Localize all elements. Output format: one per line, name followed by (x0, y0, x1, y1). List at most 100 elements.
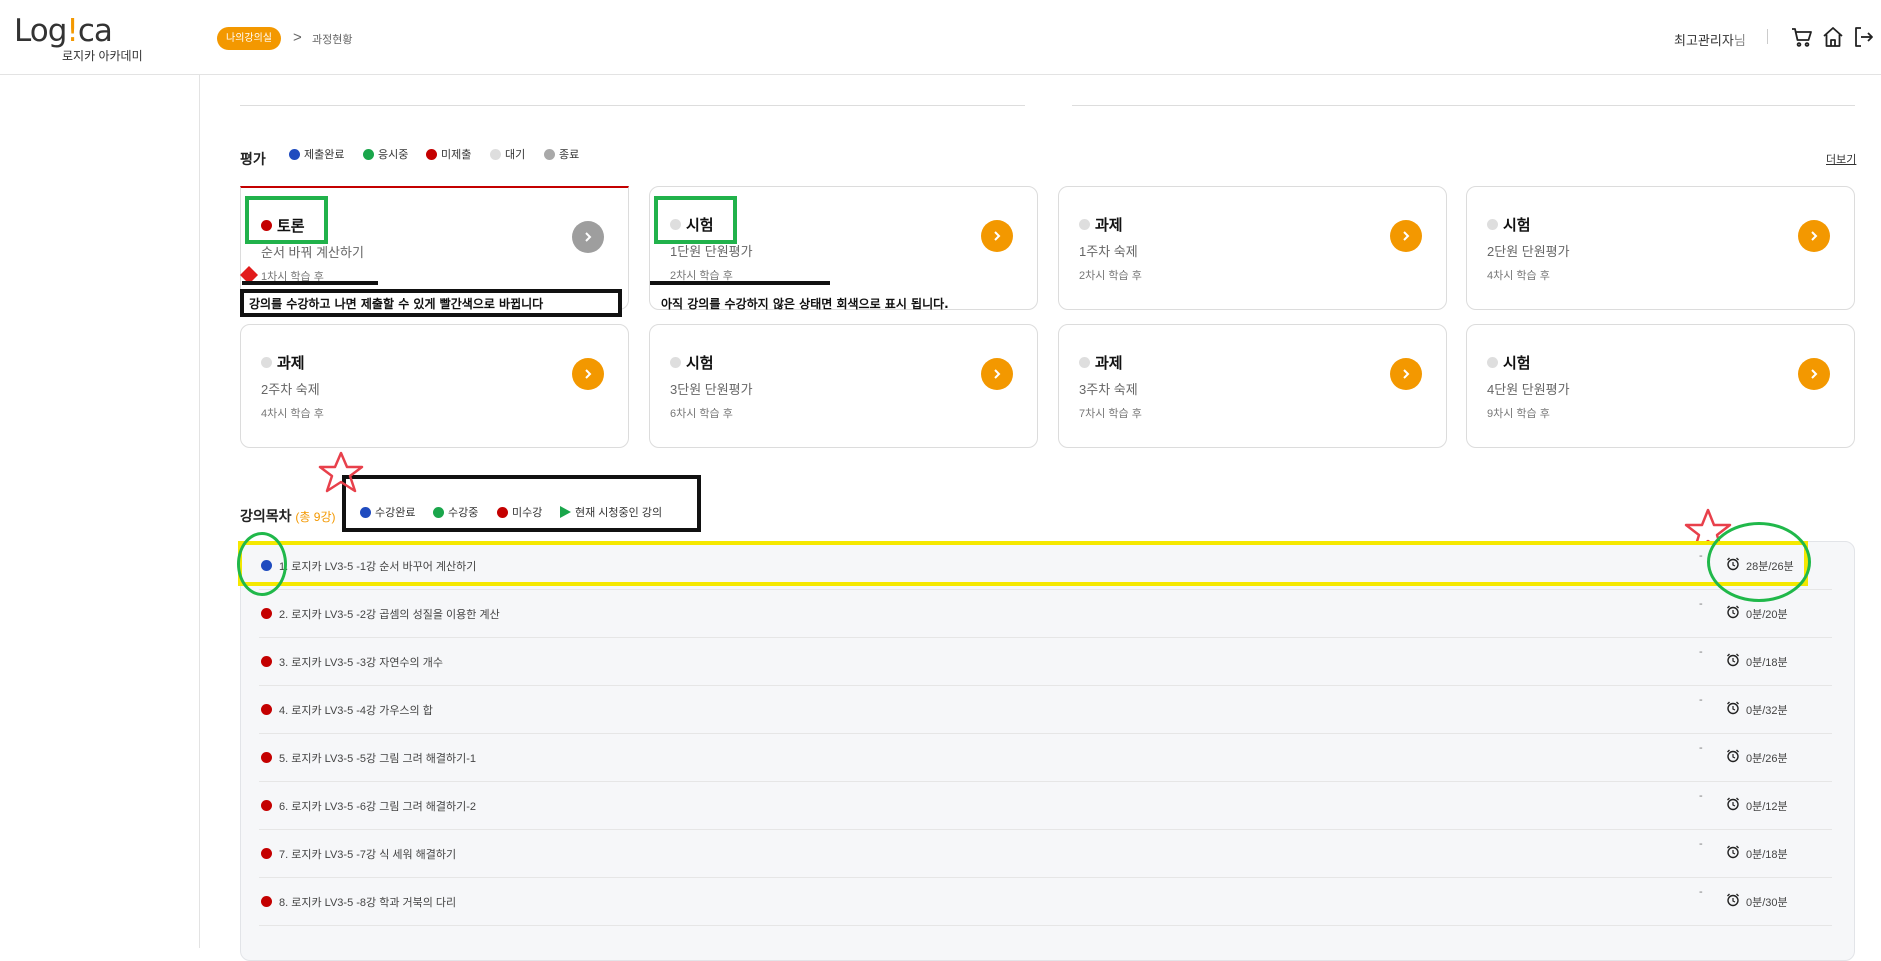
breadcrumb-separator: > (293, 29, 302, 46)
lecture-row[interactable]: 3. 로지카 LV3-5 -3강 자연수의 개수 - 0분/18분 (259, 638, 1832, 686)
lecture-title[interactable]: 5. 로지카 LV3-5 -5강 그림 그려 해결하기-1 (279, 750, 476, 766)
header-divider (1767, 29, 1768, 44)
eval-card-name: 순서 바꿔 계산하기 (261, 245, 364, 260)
alarm-clock-icon (1727, 701, 1739, 715)
lecture-row[interactable]: 2. 로지카 LV3-5 -2강 곱셈의 성질을 이용한 계산 - 0분/20분 (259, 590, 1832, 638)
eval-card[interactable]: 시험 3단원 단원평가 6차시 학습 후 (649, 324, 1038, 448)
eval-card-type-label: 과제 (1095, 217, 1123, 234)
evaluation-title: 평가 (240, 151, 266, 167)
play-triangle-icon (560, 506, 571, 518)
legend-label: 제출완료 (304, 149, 345, 161)
eval-card-name: 3주차 숙제 (1079, 382, 1138, 397)
legend-label: 현재 시청중인 강의 (575, 507, 663, 519)
legend-dot (497, 506, 508, 518)
eval-card-when: 4차시 학습 후 (261, 408, 324, 420)
eval-card[interactable]: 과제 2주차 숙제 4차시 학습 후 (240, 324, 629, 448)
legend-dot (426, 148, 437, 160)
status-dot (261, 752, 272, 763)
legend-not-submitted: 미제출 (426, 146, 471, 162)
lecture-title[interactable]: 2. 로지카 LV3-5 -2강 곱셈의 성질을 이용한 계산 (279, 606, 500, 622)
lecture-title[interactable]: 6. 로지카 LV3-5 -6강 그림 그려 해결하기-2 (279, 798, 476, 814)
lecture-row[interactable]: 6. 로지카 LV3-5 -6강 그림 그려 해결하기-2 - 0분/12분 (259, 782, 1832, 830)
logo-subtitle: 로지카 아카데미 (62, 49, 143, 63)
lecture-title[interactable]: 4. 로지카 LV3-5 -4강 가우스의 합 (279, 702, 433, 718)
lec-legend-now-watching: 현재 시청중인 강의 (560, 504, 662, 520)
lecture-row[interactable]: 5. 로지카 LV3-5 -5강 그림 그려 해결하기-1 - 0분/26분 (259, 734, 1832, 782)
status-dot (261, 704, 272, 715)
breadcrumb-my-classroom[interactable]: 나의강의실 (217, 27, 281, 50)
lecture-list-title-text: 강의목차 (240, 508, 292, 524)
chevron-right-icon (585, 369, 592, 379)
lecture-title[interactable]: 8. 로지카 LV3-5 -8강 학과 거북의 다리 (279, 894, 456, 910)
lecture-progress-dash: - (1699, 598, 1703, 610)
logout-icon[interactable] (1852, 25, 1876, 49)
legend-dot (490, 148, 501, 160)
annotation-star-icon (315, 451, 367, 500)
status-dot (261, 608, 272, 619)
eval-card-when: 9차시 학습 후 (1487, 408, 1550, 420)
eval-card-when: 4차시 학습 후 (1487, 270, 1550, 282)
chevron-right-icon (1811, 231, 1818, 241)
eval-card-go-button[interactable] (1798, 358, 1830, 390)
legend-label: 수강중 (448, 507, 479, 519)
annotation-yellow-highlight (238, 541, 1808, 586)
status-dot (1079, 357, 1090, 368)
section-divider-right (1072, 105, 1855, 106)
eval-card[interactable]: 시험 4단원 단원평가 9차시 학습 후 (1466, 324, 1855, 448)
lecture-progress-dash: - (1699, 694, 1703, 706)
eval-card[interactable]: 과제 3주차 숙제 7차시 학습 후 (1058, 324, 1447, 448)
annotation-green-box (245, 196, 328, 244)
logo[interactable]: Log!ca 로지카 아카데미 (14, 14, 144, 64)
eval-card-type-label: 과제 (1095, 355, 1123, 372)
eval-card-name: 3단원 단원평가 (670, 382, 753, 397)
eval-card-when: 6차시 학습 후 (670, 408, 733, 420)
alarm-clock-icon (1727, 893, 1739, 907)
alarm-clock-icon (1727, 653, 1739, 667)
user-suffix: 님 (1733, 33, 1746, 48)
status-dot (670, 357, 681, 368)
lecture-progress-dash: - (1699, 646, 1703, 658)
annotation-underline (650, 281, 830, 285)
lecture-time: 0분/32분 (1746, 705, 1788, 717)
lecture-row[interactable]: 8. 로지카 LV3-5 -8강 학과 거북의 다리 - 0분/30분 (259, 878, 1832, 926)
eval-card-go-button[interactable] (572, 221, 604, 253)
status-dot (1487, 357, 1498, 368)
status-dot (261, 656, 272, 667)
chevron-right-icon (1403, 231, 1410, 241)
eval-card-type: 과제 (1079, 352, 1123, 373)
legend-closed: 종료 (544, 146, 579, 162)
sidebar (0, 75, 200, 948)
eval-card-go-button[interactable] (572, 358, 604, 390)
eval-card-type-label: 시험 (1503, 355, 1531, 372)
eval-card-go-button[interactable] (981, 220, 1013, 252)
legend-label: 종료 (559, 149, 580, 161)
eval-card-name: 2단원 단원평가 (1487, 244, 1570, 259)
eval-card-go-button[interactable] (981, 358, 1013, 390)
lecture-title[interactable]: 7. 로지카 LV3-5 -7강 식 세워 해결하기 (279, 846, 456, 862)
eval-card-when: 2차시 학습 후 (1079, 270, 1142, 282)
user-name-text: 최고관리자 (1674, 33, 1734, 48)
eval-card-type: 시험 (1487, 352, 1531, 373)
eval-card-go-button[interactable] (1390, 358, 1422, 390)
legend-submitted: 제출완료 (289, 146, 344, 162)
eval-card-go-button[interactable] (1390, 220, 1422, 252)
legend-label: 미수강 (512, 507, 543, 519)
eval-card[interactable]: 시험 2단원 단원평가 4차시 학습 후 (1466, 186, 1855, 310)
lecture-row[interactable]: 7. 로지카 LV3-5 -7강 식 세워 해결하기 - 0분/18분 (259, 830, 1832, 878)
lecture-time: 0분/26분 (1746, 753, 1788, 765)
lecture-row[interactable]: 4. 로지카 LV3-5 -4강 가우스의 합 - 0분/32분 (259, 686, 1832, 734)
legend-dot (363, 148, 374, 160)
status-dot (261, 800, 272, 811)
eval-card[interactable]: 과제 1주차 숙제 2차시 학습 후 (1058, 186, 1447, 310)
status-dot (261, 848, 272, 859)
alarm-clock-icon (1727, 749, 1739, 763)
alarm-clock-icon (1727, 845, 1739, 859)
cart-icon[interactable] (1790, 25, 1814, 49)
more-link[interactable]: 더보기 (1826, 151, 1856, 167)
eval-card-go-button[interactable] (1798, 220, 1830, 252)
home-icon[interactable] (1821, 25, 1845, 49)
lec-legend-completed: 수강완료 (360, 504, 415, 520)
lec-legend-in-progress: 수강중 (433, 504, 478, 520)
lecture-title[interactable]: 3. 로지카 LV3-5 -3강 자연수의 개수 (279, 654, 443, 670)
alarm-clock-icon (1727, 605, 1739, 619)
